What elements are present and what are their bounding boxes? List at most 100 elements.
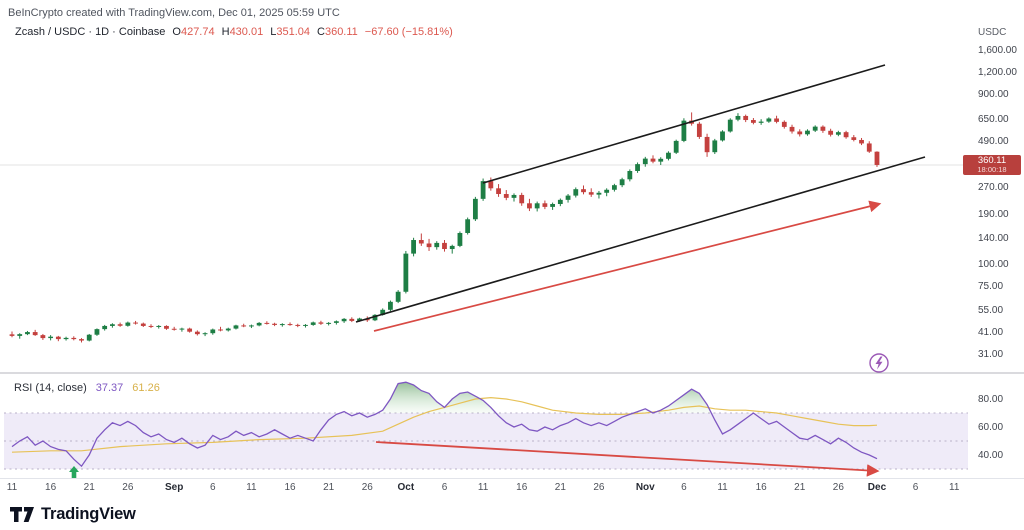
candle[interactable]	[458, 231, 463, 247]
symbol-info-row[interactable]: Zcash / USDC · 1D · CoinbaseO427.74H430.…	[15, 26, 453, 38]
candle[interactable]	[782, 120, 787, 128]
candle[interactable]	[272, 323, 277, 326]
candle[interactable]	[25, 331, 30, 335]
candle[interactable]	[326, 322, 331, 325]
candle[interactable]	[581, 185, 586, 194]
candle[interactable]	[172, 327, 177, 331]
candle[interactable]	[264, 321, 269, 324]
candle[interactable]	[133, 321, 138, 325]
rsi-indicator-legend[interactable]: RSI (14, close)37.3761.26	[14, 382, 160, 394]
candle[interactable]	[697, 122, 702, 139]
candlestick-series[interactable]	[10, 112, 880, 342]
candle[interactable]	[635, 162, 640, 172]
candle[interactable]	[651, 155, 656, 163]
candle[interactable]	[71, 336, 76, 340]
candle[interactable]	[589, 188, 594, 197]
candle[interactable]	[759, 119, 764, 125]
candle[interactable]	[573, 187, 578, 197]
candle[interactable]	[388, 301, 393, 312]
candle[interactable]	[48, 335, 53, 340]
candle[interactable]	[658, 157, 663, 165]
candle[interactable]	[535, 202, 540, 212]
candle[interactable]	[295, 324, 300, 327]
candle[interactable]	[604, 188, 609, 196]
candle[interactable]	[712, 139, 717, 154]
candle[interactable]	[280, 323, 285, 326]
candle[interactable]	[396, 290, 401, 303]
candle[interactable]	[875, 151, 880, 167]
candle[interactable]	[87, 334, 92, 341]
candle[interactable]	[234, 325, 239, 330]
candle[interactable]	[705, 134, 710, 157]
candle[interactable]	[64, 337, 69, 341]
candle[interactable]	[249, 325, 254, 328]
candle[interactable]	[288, 322, 293, 325]
candle[interactable]	[821, 125, 826, 133]
candle[interactable]	[728, 118, 733, 132]
candle[interactable]	[33, 330, 38, 336]
candle[interactable]	[473, 197, 478, 221]
candle[interactable]	[149, 324, 154, 328]
candle[interactable]	[411, 238, 416, 257]
lightning-button[interactable]	[870, 354, 888, 372]
candle[interactable]	[519, 193, 524, 206]
candle[interactable]	[751, 118, 756, 124]
candle[interactable]	[56, 336, 61, 341]
candle[interactable]	[797, 129, 802, 136]
channel-lower[interactable]	[356, 157, 925, 322]
candle[interactable]	[125, 322, 130, 327]
candle[interactable]	[550, 203, 555, 210]
candle[interactable]	[558, 199, 563, 207]
candle[interactable]	[195, 330, 200, 335]
candle[interactable]	[828, 129, 833, 137]
candle[interactable]	[311, 322, 316, 326]
candle[interactable]	[867, 141, 872, 153]
candle[interactable]	[95, 328, 100, 335]
candle[interactable]	[496, 184, 501, 197]
candle[interactable]	[210, 329, 215, 335]
candle[interactable]	[465, 218, 470, 235]
candle[interactable]	[110, 323, 115, 327]
candle[interactable]	[427, 239, 432, 251]
candle[interactable]	[674, 140, 679, 154]
candle[interactable]	[836, 131, 841, 136]
candle[interactable]	[813, 125, 818, 132]
candle[interactable]	[218, 327, 223, 331]
candle[interactable]	[682, 118, 687, 142]
candle[interactable]	[736, 113, 741, 121]
candle[interactable]	[180, 328, 185, 332]
candle[interactable]	[743, 115, 748, 122]
candle[interactable]	[79, 338, 84, 342]
candle[interactable]	[612, 184, 617, 192]
candle[interactable]	[512, 193, 517, 201]
candle[interactable]	[527, 199, 532, 211]
candle[interactable]	[851, 135, 856, 141]
candle[interactable]	[627, 169, 632, 181]
candle[interactable]	[542, 201, 547, 210]
candle[interactable]	[620, 178, 625, 187]
candle[interactable]	[164, 325, 169, 330]
candle[interactable]	[102, 325, 107, 331]
candle[interactable]	[303, 324, 308, 327]
candle[interactable]	[666, 151, 671, 160]
candle[interactable]	[442, 240, 447, 252]
candle[interactable]	[156, 325, 161, 328]
candle[interactable]	[257, 322, 262, 326]
candle[interactable]	[203, 332, 208, 336]
candle[interactable]	[342, 318, 347, 323]
candle[interactable]	[419, 233, 424, 245]
candle[interactable]	[10, 332, 15, 338]
candle[interactable]	[434, 241, 439, 250]
candle[interactable]	[241, 324, 246, 327]
candle[interactable]	[790, 125, 795, 134]
candle[interactable]	[319, 321, 324, 325]
candle[interactable]	[334, 320, 339, 324]
candle[interactable]	[566, 194, 571, 203]
candle[interactable]	[504, 190, 509, 200]
candle[interactable]	[403, 251, 408, 293]
candle[interactable]	[349, 317, 354, 322]
candle[interactable]	[450, 245, 455, 254]
candle[interactable]	[118, 323, 123, 327]
candle[interactable]	[597, 191, 602, 199]
ascending-support-arrow[interactable]	[374, 204, 879, 331]
